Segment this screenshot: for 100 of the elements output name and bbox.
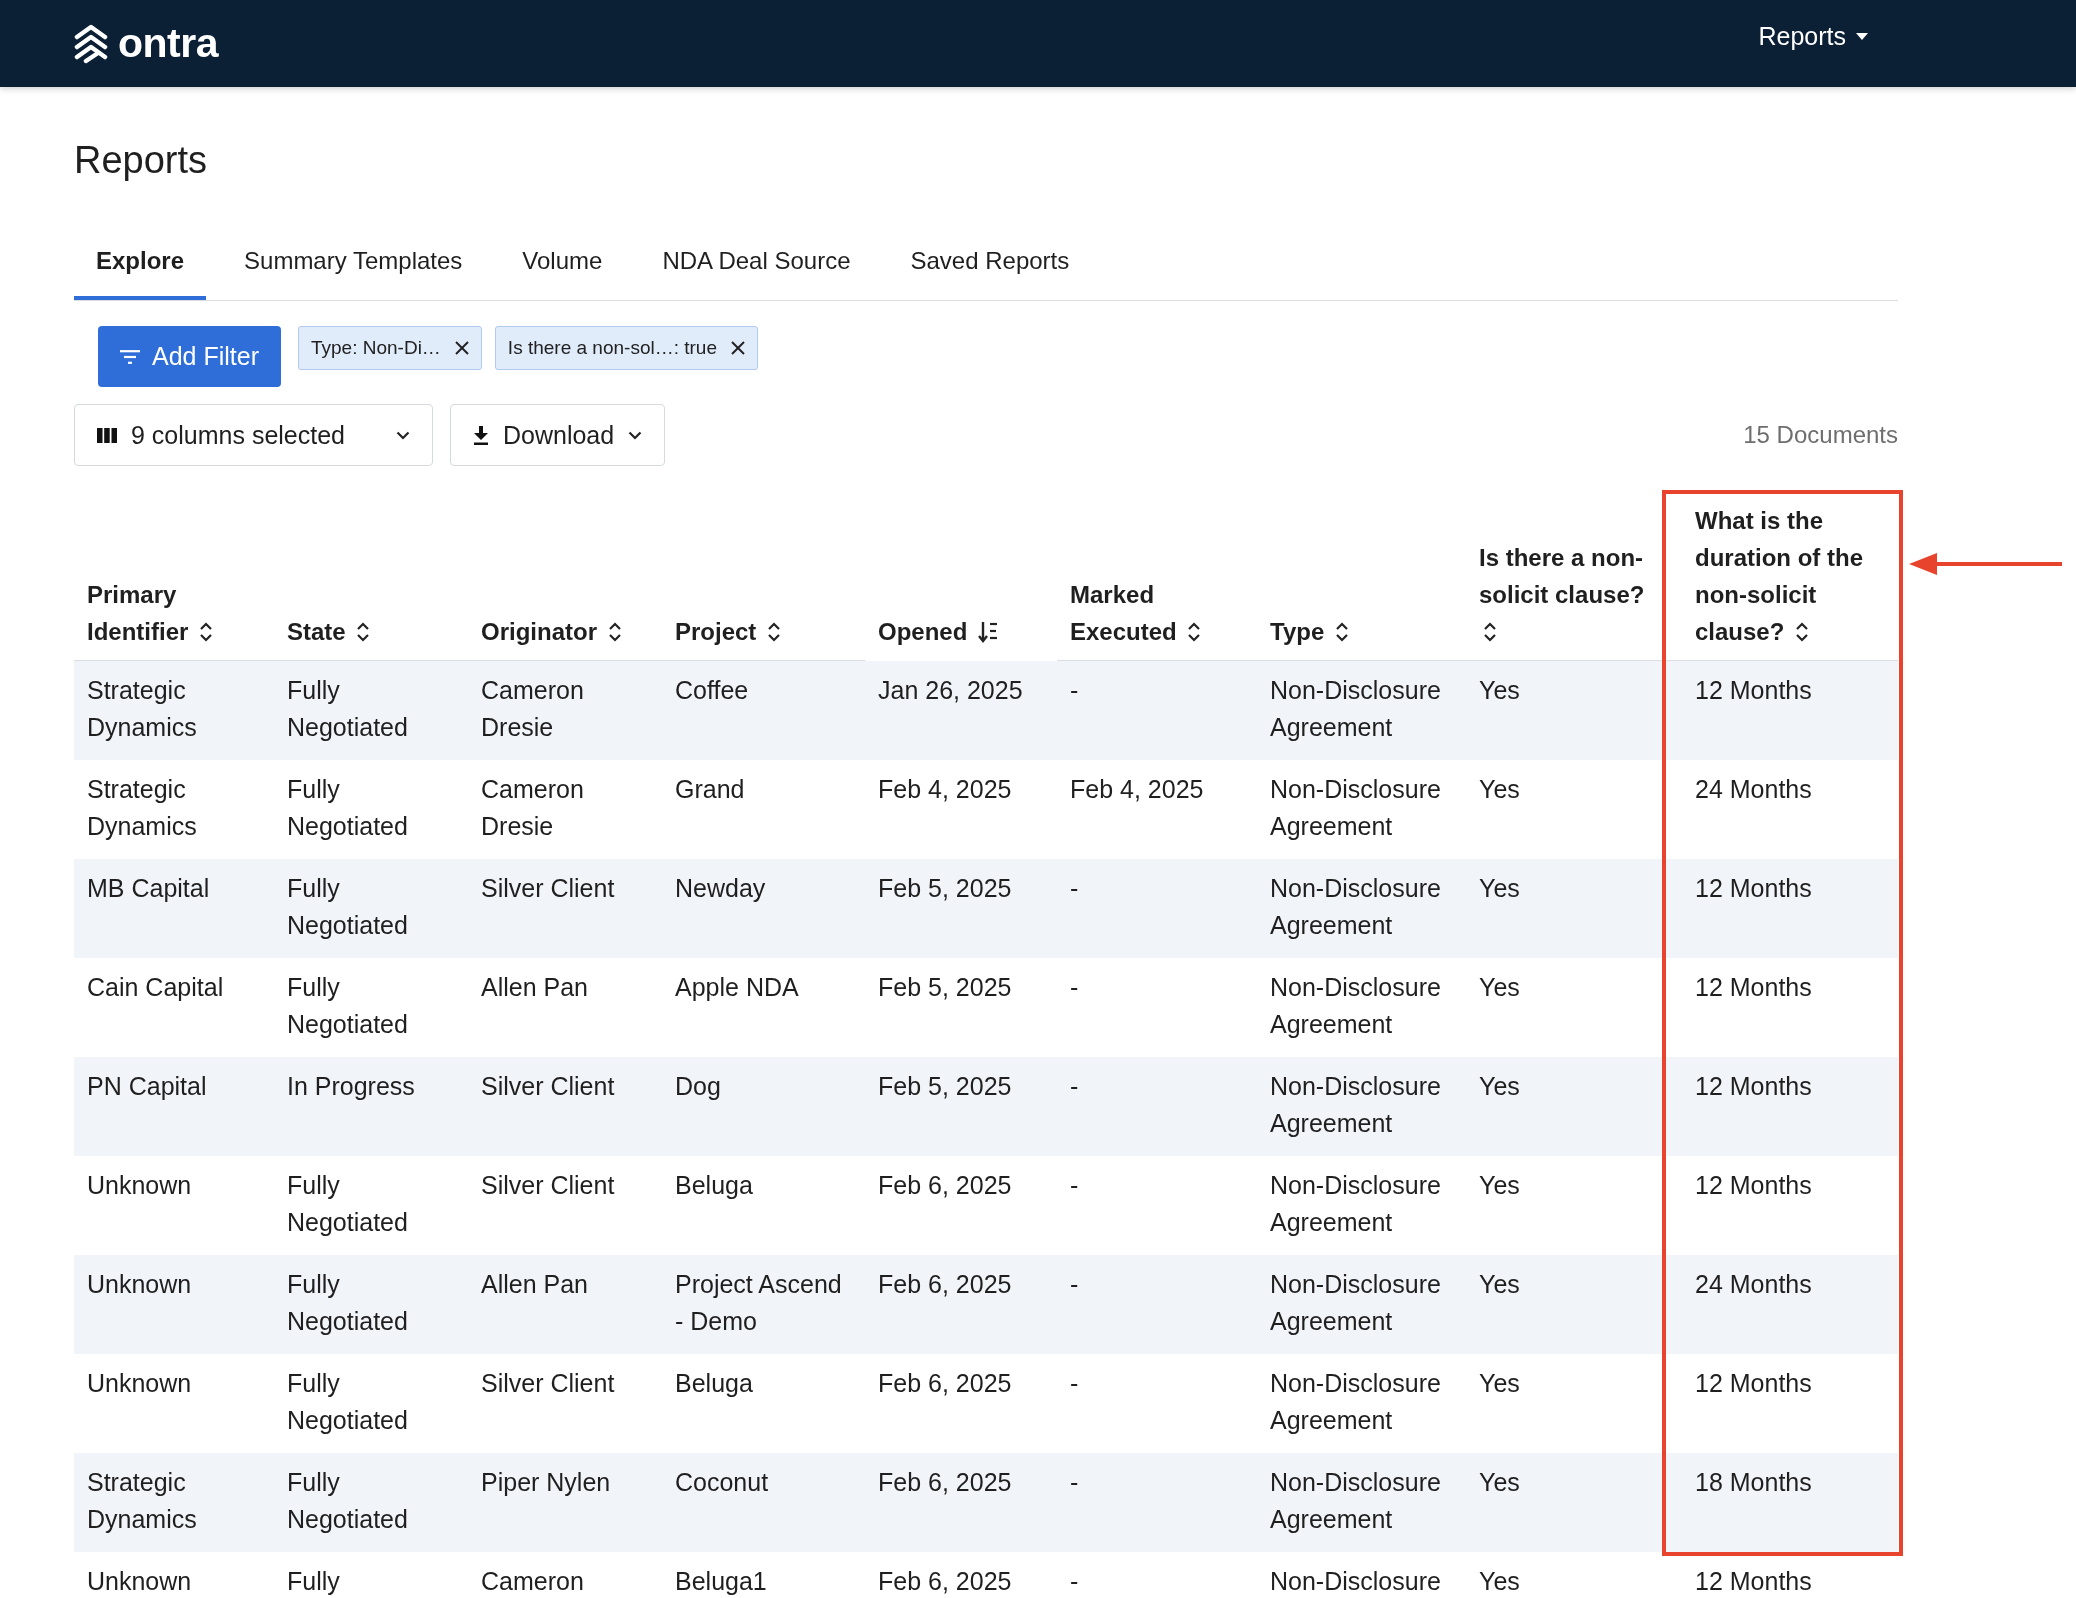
project-name: Project Ascend - Demo	[675, 1270, 842, 1335]
column-header[interactable]: Type	[1270, 613, 1453, 650]
logo-text: ontra	[118, 23, 218, 64]
tab[interactable]: Saved Reports	[888, 220, 1092, 300]
originator-name: Cameron Dresie	[481, 775, 584, 840]
project-name: Grand	[675, 775, 745, 803]
executed-date: -	[1070, 874, 1079, 902]
opened-date: Feb 6, 2025	[878, 1369, 1012, 1397]
caret-icon	[1856, 33, 1868, 40]
project-name: Apple NDA	[675, 973, 799, 1001]
identifier-text: Unknown	[87, 1171, 192, 1199]
logo-icon	[74, 23, 108, 64]
executed-date: -	[1070, 1468, 1079, 1496]
originator-name: Allen Pan	[481, 973, 589, 1001]
originator-name: Silver Client	[481, 1369, 615, 1397]
duration-text: 12 Months	[1695, 1567, 1812, 1595]
identifier-text: Unknown	[87, 1270, 192, 1298]
identifier-text: PN Capital	[87, 1072, 207, 1100]
sort-icon[interactable]	[1334, 621, 1349, 643]
document-type: Non-Disclosure Agreement	[1270, 1171, 1441, 1236]
duration-text: 12 Months	[1695, 1369, 1812, 1397]
state-text: Fully Negotiated	[287, 874, 408, 939]
tab[interactable]: Summary Templates	[222, 220, 485, 300]
download-icon	[473, 425, 489, 445]
column-header[interactable]: State	[287, 613, 455, 650]
column-header[interactable]: Is there a non-solicit clause?	[1479, 539, 1669, 650]
state-text: Fully Negotiated	[287, 1270, 408, 1335]
tab[interactable]: Explore	[74, 220, 207, 300]
document-type: Non-Disclosure	[1270, 1567, 1441, 1595]
project-name: Beluga1	[675, 1567, 767, 1595]
project-name: Beluga	[675, 1369, 753, 1397]
filter-chip[interactable]: Type: Non-Di…	[298, 326, 482, 370]
tab[interactable]: NDA Deal Source	[640, 220, 873, 300]
add-filter-button[interactable]: Add Filter	[98, 326, 281, 387]
state-text: Fully	[287, 1567, 340, 1595]
column-header[interactable]: Opened	[878, 613, 1044, 650]
non-solicit-answer: Yes	[1479, 1270, 1520, 1298]
originator-name: Allen Pan	[481, 1270, 589, 1298]
non-solicit-answer: Yes	[1479, 1072, 1520, 1100]
state-text: Fully Negotiated	[287, 676, 408, 741]
opened-date: Feb 5, 2025	[878, 1072, 1012, 1100]
identifier-text: Strategic Dynamics	[87, 775, 197, 840]
sort-icon[interactable]	[1187, 621, 1202, 643]
opened-date: Feb 6, 2025	[878, 1270, 1012, 1298]
page-title: Reports	[74, 138, 209, 183]
document-type: Non-Disclosure Agreement	[1270, 676, 1441, 741]
duration-text: 24 Months	[1695, 775, 1812, 803]
non-solicit-answer: Yes	[1479, 1369, 1520, 1397]
project-name: Beluga	[675, 1171, 753, 1199]
sort-icon[interactable]	[607, 621, 622, 643]
project-name: Coffee	[675, 676, 749, 704]
tab[interactable]: Volume	[500, 220, 625, 300]
column-header[interactable]: Project	[675, 613, 852, 650]
sort-icon[interactable]	[199, 621, 213, 643]
duration-text: 12 Months	[1695, 676, 1812, 704]
duration-text: 24 Months	[1695, 1270, 1812, 1298]
originator-name: Silver Client	[481, 1171, 615, 1199]
executed-date: -	[1070, 1072, 1079, 1100]
document-type: Non-Disclosure Agreement	[1270, 1072, 1441, 1137]
opened-date: Feb 4, 2025	[878, 775, 1012, 803]
sort-icon[interactable]	[767, 621, 782, 643]
sort-icon[interactable]	[1795, 621, 1810, 643]
columns-button[interactable]: 9 columns selected	[74, 404, 433, 466]
document-count: 15 Documents	[1743, 421, 1898, 449]
chevron-down-icon	[396, 430, 410, 440]
opened-date: Jan 26, 2025	[878, 676, 1023, 704]
document-type: Non-Disclosure Agreement	[1270, 1369, 1441, 1434]
chevron-down-icon	[628, 430, 643, 440]
column-header[interactable]: What is the duration of the non-solicit clause?	[1695, 502, 1885, 650]
originator-name: Silver Client	[481, 874, 615, 902]
originator-name: Silver Client	[481, 1072, 615, 1100]
originator-name: Piper Nylen	[481, 1468, 611, 1496]
originator-name: Cameron Dresie	[481, 676, 584, 741]
download-button[interactable]: Download	[450, 404, 666, 466]
close-icon[interactable]	[730, 341, 745, 355]
column-header[interactable]: Originator	[481, 613, 649, 650]
non-solicit-answer: Yes	[1479, 1468, 1520, 1496]
identifier-text: Strategic Dynamics	[87, 676, 197, 741]
opened-date: Feb 5, 2025	[878, 973, 1012, 1001]
state-text: Fully Negotiated	[287, 775, 408, 840]
filter-chip[interactable]: Is there a non-sol…: true	[494, 326, 758, 370]
project-name: Coconut	[675, 1468, 769, 1496]
identifier-text: Unknown	[87, 1567, 192, 1595]
column-header[interactable]: Primary Identifier	[87, 576, 261, 650]
sort-ascending-icon[interactable]	[978, 621, 998, 643]
state-text: Fully Negotiated	[287, 1171, 408, 1236]
sort-icon[interactable]	[356, 621, 371, 643]
opened-date: Feb 6, 2025	[878, 1567, 1012, 1595]
duration-text: 18 Months	[1695, 1468, 1812, 1496]
sort-icon[interactable]	[1483, 621, 1497, 643]
reports-menu-button[interactable]: Reports	[1758, 22, 1868, 51]
non-solicit-answer: Yes	[1479, 1171, 1520, 1199]
executed-date: -	[1070, 1369, 1079, 1397]
document-type: Non-Disclosure Agreement	[1270, 1270, 1441, 1335]
executed-date: -	[1070, 973, 1079, 1001]
opened-date: Feb 5, 2025	[878, 874, 1012, 902]
opened-date: Feb 6, 2025	[878, 1468, 1012, 1496]
column-header[interactable]: Marked Executed	[1070, 576, 1244, 650]
close-icon[interactable]	[454, 341, 469, 355]
identifier-text: Cain Capital	[87, 973, 224, 1001]
